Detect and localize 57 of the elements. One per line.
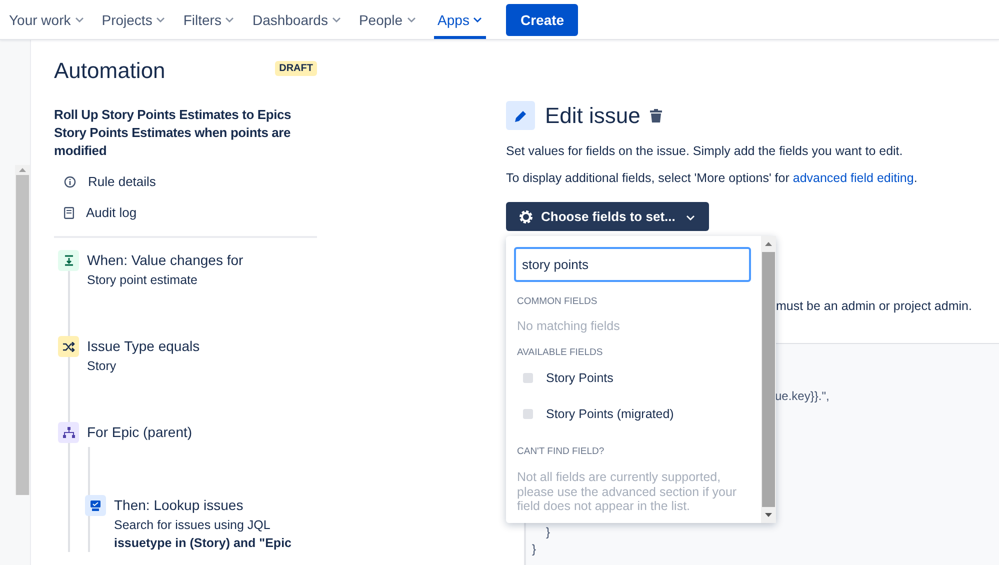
field-option[interactable]: Story Points [514,360,754,396]
section-title: Edit issue [545,102,640,128]
step-detail: Story [87,358,118,375]
checkbox[interactable] [523,373,533,383]
nav-tab[interactable]: Apps [434,0,486,39]
nav-tab[interactable]: Projects [102,0,174,39]
nav-tab[interactable]: Dashboards [252,0,349,39]
chevron-down-icon [332,16,341,22]
code-line: } [531,541,538,558]
search-field[interactable]: story points [514,247,751,282]
chevron-down-icon [686,215,696,221]
shuffle-icon [58,336,79,357]
trash-icon[interactable] [650,108,662,122]
section-heading: AVAILABLE FIELDS [517,347,604,358]
code-line: } [545,524,552,541]
jql-query: issuetype in (Story) and "Epic [114,535,292,552]
rule-name: Roll Up Story Points Estimates to Epics Story Points Estimates when points are modified [54,106,292,160]
section-heading: CAN'T FIND FIELD? [517,446,606,457]
nav-tab[interactable]: Filters [183,0,242,39]
document-icon [64,206,74,218]
nav-tab[interactable]: People [358,0,424,39]
help-message: Not all fields are currently supported, please use the advanced section if your field does not appear in the list. [517,470,738,514]
gear-icon [518,208,534,224]
hierarchy-icon [58,422,79,443]
advanced-editing-link[interactable]: advanced field editing [792,171,914,185]
nav-tab[interactable]: Your work [9,0,92,39]
empty-message: No matching fields [517,319,621,333]
field-option[interactable]: Story Points (migrated) [514,396,754,432]
step-detail: Search for issues using JQL [114,517,272,534]
menu-item[interactable]: Rule details [54,166,156,197]
chevron-down-icon [225,16,234,22]
hint-text: To display additional fields, select 'More options' for advanced field editing. [506,170,918,187]
lookup-icon [85,495,106,516]
step-title[interactable]: Issue Type equals [87,336,200,356]
section-heading: COMMON FIELDS [517,296,598,307]
step-title[interactable]: Then: Lookup issues [114,495,292,515]
pencil-icon [506,101,535,130]
chevron-down-icon [473,16,482,22]
info-icon [64,176,76,188]
page-title: Automation [54,58,166,84]
create-button[interactable]: Create [506,4,578,36]
checkbox[interactable] [523,409,533,419]
chevron-down-icon [74,16,84,22]
notice-text: must be an admin or project admin. [776,299,973,313]
chevron-down-icon [156,16,166,22]
trigger-icon [58,250,79,271]
code-line: ue.key}}.", [774,388,830,405]
step-title[interactable]: For Epic (parent) [87,422,192,442]
menu-item[interactable]: Audit log [54,197,137,228]
description-text: Set values for fields on the issue. Simply add the fields you want to edit. [506,143,904,160]
scrollbar[interactable] [761,236,776,523]
status-badge: DRAFT [275,60,317,76]
step-title[interactable]: When: Value changes for [87,250,244,270]
step-detail: Story point estimate [87,272,198,289]
chevron-down-icon [406,16,416,22]
scrollbar[interactable] [15,165,30,495]
choose-fields-button[interactable]: Choose fields to set... [506,202,710,231]
